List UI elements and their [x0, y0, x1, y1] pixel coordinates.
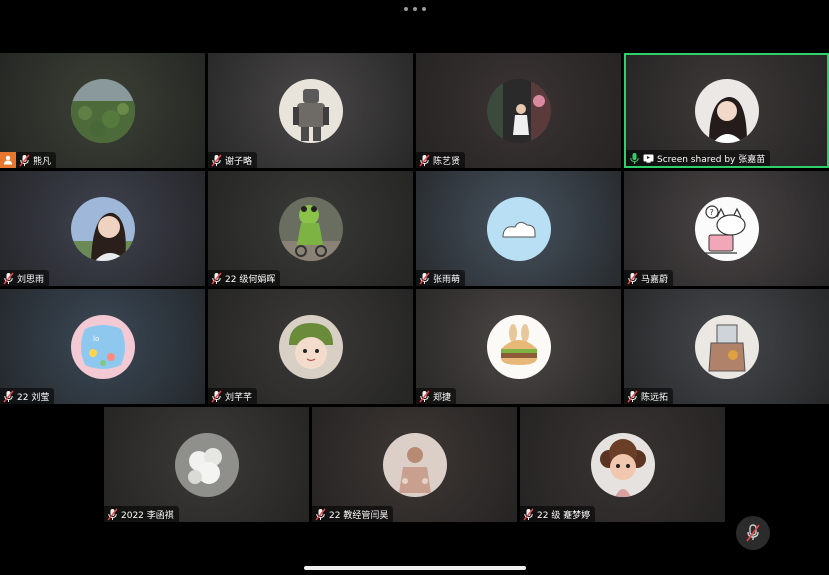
participant-name: 熊凡: [33, 156, 52, 167]
participant-tile[interactable]: 22 级何娟晖: [208, 171, 413, 286]
participant-name: 张雨萌: [433, 274, 461, 285]
participant-avatar: [694, 78, 759, 143]
participant-avatar: lo: [70, 314, 135, 379]
screen-share-icon: [643, 154, 654, 163]
participant-tile[interactable]: Screen shared by 张嘉苗: [624, 53, 829, 168]
mic-on-icon: [630, 152, 639, 164]
participant-avatar: [278, 314, 343, 379]
participant-nameplate: 张雨萌: [416, 270, 466, 286]
participant-avatar: [486, 314, 551, 379]
participant-name: 22 级 蹇梦婷: [537, 510, 591, 521]
mic-muted-icon: [211, 390, 222, 402]
participant-tile[interactable]: ? 马嘉蔚: [624, 171, 829, 286]
meeting-gallery-view: 熊凡 谢子略 陈艺贤 Screen shared by 张嘉苗刘思雨 22 级何娟晖 张雨…: [0, 0, 829, 575]
participant-avatar: [486, 78, 551, 143]
participant-tile[interactable]: 熊凡: [0, 53, 205, 168]
participant-name: Screen shared by 张嘉苗: [657, 154, 766, 165]
mic-muted-icon: [315, 508, 326, 520]
participant-name: 郑捷: [433, 392, 452, 403]
participant-avatar: [278, 196, 343, 261]
participant-nameplate: 2022 李函祺: [104, 506, 179, 522]
participant-tile[interactable]: 刘芊芊: [208, 289, 413, 404]
mute-button[interactable]: [736, 516, 770, 550]
participant-name: 2022 李函祺: [121, 510, 174, 521]
participant-tile[interactable]: 陈远拓: [624, 289, 829, 404]
participant-nameplate: 陈远拓: [624, 388, 674, 404]
mic-muted-icon: [211, 272, 222, 284]
participant-avatar: [278, 78, 343, 143]
participant-tile[interactable]: 22 级 蹇梦婷: [520, 407, 725, 522]
participant-name: 22 级何娟晖: [225, 274, 276, 285]
participant-name: 马嘉蔚: [641, 274, 669, 285]
participant-name: 22 刘莹: [17, 392, 50, 403]
participant-avatar: [70, 78, 135, 143]
participant-nameplate: 刘思雨: [0, 270, 50, 286]
participant-tile[interactable]: 刘思雨: [0, 171, 205, 286]
mic-muted-icon: [3, 390, 14, 402]
participant-nameplate: Screen shared by 张嘉苗: [626, 150, 771, 166]
participant-name: 22 教经管闫昊: [329, 510, 389, 521]
participant-tile[interactable]: 郑捷: [416, 289, 621, 404]
mic-muted-icon: [3, 272, 14, 284]
participant-avatar: [70, 196, 135, 261]
mic-muted-icon: [211, 154, 222, 166]
participant-nameplate: 22 级何娟晖: [208, 270, 281, 286]
participant-tile[interactable]: 谢子略: [208, 53, 413, 168]
more-dots-icon[interactable]: [404, 5, 426, 13]
mic-muted-icon: [19, 154, 30, 166]
participant-avatar: [382, 432, 447, 497]
participant-name: 陈远拓: [641, 392, 669, 403]
mic-muted-icon: [627, 390, 638, 402]
mic-muted-icon: [523, 508, 534, 520]
host-badge: [0, 152, 16, 168]
mic-muted-icon: [627, 272, 638, 284]
svg-text:?: ?: [709, 208, 713, 217]
participant-nameplate: 陈艺贤: [416, 152, 466, 168]
participant-nameplate: 郑捷: [416, 388, 457, 404]
home-indicator[interactable]: [304, 566, 526, 570]
participant-name: 刘芊芊: [225, 392, 253, 403]
mic-muted-icon: [746, 524, 760, 542]
mic-muted-icon: [419, 390, 430, 402]
svg-text:lo: lo: [93, 335, 99, 343]
participant-avatar: [590, 432, 655, 497]
participant-nameplate: 熊凡: [16, 152, 57, 168]
person-icon: [4, 155, 12, 165]
participant-nameplate: 刘芊芊: [208, 388, 258, 404]
participant-tile[interactable]: 22 教经管闫昊: [312, 407, 517, 522]
participant-name: 刘思雨: [17, 274, 45, 285]
participant-tile[interactable]: 陈艺贤: [416, 53, 621, 168]
participant-tile[interactable]: 2022 李函祺: [104, 407, 309, 522]
participant-name: 谢子略: [225, 156, 253, 167]
participant-nameplate: 22 教经管闫昊: [312, 506, 394, 522]
mic-muted-icon: [419, 272, 430, 284]
participant-nameplate: 马嘉蔚: [624, 270, 674, 286]
participant-nameplate: 22 刘莹: [0, 388, 55, 404]
participant-nameplate: 谢子略: [208, 152, 258, 168]
participant-avatar: [174, 432, 239, 497]
participant-avatar: [486, 196, 551, 261]
participant-tile[interactable]: lo 22 刘莹: [0, 289, 205, 404]
participant-nameplate: 22 级 蹇梦婷: [520, 506, 596, 522]
mic-muted-icon: [419, 154, 430, 166]
participant-name: 陈艺贤: [433, 156, 461, 167]
participant-avatar: [694, 314, 759, 379]
participant-avatar: ?: [694, 196, 759, 261]
mic-muted-icon: [107, 508, 118, 520]
participant-tile[interactable]: 张雨萌: [416, 171, 621, 286]
